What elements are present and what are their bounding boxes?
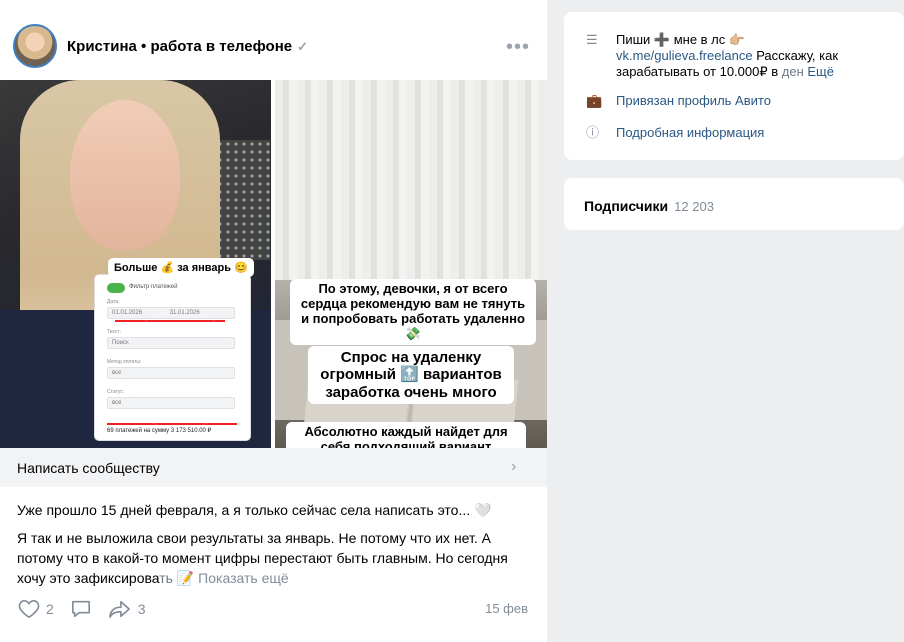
- post-text-paragraph-2-fade: ть 📝: [159, 570, 195, 586]
- photo-caption-2: Спрос на удаленку огромный 🔝 вариантов з…: [308, 346, 514, 404]
- write-community-button[interactable]: Написать сообществу ›: [0, 448, 547, 487]
- share-button[interactable]: 3: [108, 599, 146, 619]
- post-header: Кристина • работа в телефоне ✓ •••: [0, 0, 547, 80]
- post-date[interactable]: 15 фев: [485, 601, 528, 616]
- card-date-label: Дата:: [107, 299, 120, 305]
- photo-left[interactable]: Фильтр платежей Дата: 01.01.2026 31.01.2…: [0, 80, 271, 448]
- chevron-right-icon: ›: [511, 458, 517, 475]
- author-name[interactable]: Кристина • работа в телефоне ✓: [67, 38, 308, 55]
- post-text: Уже прошло 15 дней февраля, а я только с…: [17, 500, 527, 596]
- card-title: Фильтр платежей: [129, 284, 178, 290]
- comment-icon: [71, 600, 90, 618]
- card-text-label: Текст:: [107, 329, 121, 335]
- share-icon: [108, 600, 130, 618]
- filter-toggle: [107, 283, 125, 293]
- write-community-label: Написать сообществу: [17, 460, 160, 476]
- author-avatar[interactable]: [13, 24, 57, 68]
- info-description-fade: ден: [781, 64, 804, 79]
- info-icon: ⓘ: [586, 125, 600, 140]
- post-actions: 2 3 15 фев: [18, 597, 528, 621]
- card-status-label: Статус:: [107, 389, 125, 395]
- lines-icon: ☰: [586, 32, 598, 47]
- left-sticker: Больше 💰 за январь 😊: [108, 258, 254, 277]
- subscribers-title[interactable]: Подписчики 12 203: [584, 198, 714, 214]
- post-text-paragraph-2: Я так и не выложила свои результаты за я…: [17, 528, 527, 588]
- verified-icon: ✓: [297, 38, 309, 54]
- info-description: Пиши ➕ мне в лс 👉🏼 vk.me/gulieva.freelan…: [616, 32, 886, 80]
- author-name-text[interactable]: Кристина • работа в телефоне: [67, 38, 292, 55]
- avito-label[interactable]: Привязан профиль Авито: [616, 93, 771, 109]
- like-button[interactable]: 2: [18, 599, 54, 619]
- subscribers-label: Подписчики: [584, 198, 669, 214]
- subscribers-block[interactable]: Подписчики 12 203: [564, 178, 904, 230]
- subscribers-count: 12 203: [674, 199, 714, 214]
- card-date-from: 01.01.2026: [112, 310, 143, 316]
- community-info-block: ☰ Пиши ➕ мне в лс 👉🏼 vk.me/gulieva.freel…: [564, 12, 904, 160]
- card-footer: 69 платежей на сумму 3 173 510.00 ₽: [107, 428, 212, 434]
- briefcase-icon: 💼: [586, 93, 603, 108]
- details-row[interactable]: ⓘ Подробная информация: [586, 125, 764, 141]
- watermark-seal: [120, 310, 240, 430]
- info-description-row: ☰ Пиши ➕ мне в лс 👉🏼 vk.me/gulieva.freel…: [586, 32, 886, 80]
- like-count: 2: [46, 601, 54, 617]
- show-more-info-link[interactable]: Ещё: [807, 64, 834, 79]
- curtain: [275, 80, 547, 280]
- vk-link[interactable]: vk.me/gulieva.freelance: [616, 48, 753, 63]
- photo-gallery: Фильтр платежей Дата: 01.01.2026 31.01.2…: [0, 80, 547, 458]
- share-count: 3: [137, 601, 146, 617]
- info-description-text: Пиши ➕ мне в лс 👉🏼: [616, 32, 746, 47]
- post-card: Кристина • работа в телефоне ✓ ••• Фильт…: [0, 0, 547, 642]
- more-options-icon[interactable]: •••: [506, 36, 530, 59]
- show-more-link[interactable]: Показать ещё: [198, 570, 289, 586]
- post-text-paragraph-1: Уже прошло 15 дней февраля, а я только с…: [17, 502, 492, 518]
- details-label[interactable]: Подробная информация: [616, 125, 764, 141]
- photo-caption-1: По этому, девочки, я от всего сердца рек…: [290, 279, 536, 345]
- heart-icon: [18, 599, 40, 619]
- comment-button[interactable]: [70, 599, 92, 619]
- avito-row[interactable]: 💼 Привязан профиль Авито: [586, 93, 771, 109]
- photo-face: [70, 100, 180, 250]
